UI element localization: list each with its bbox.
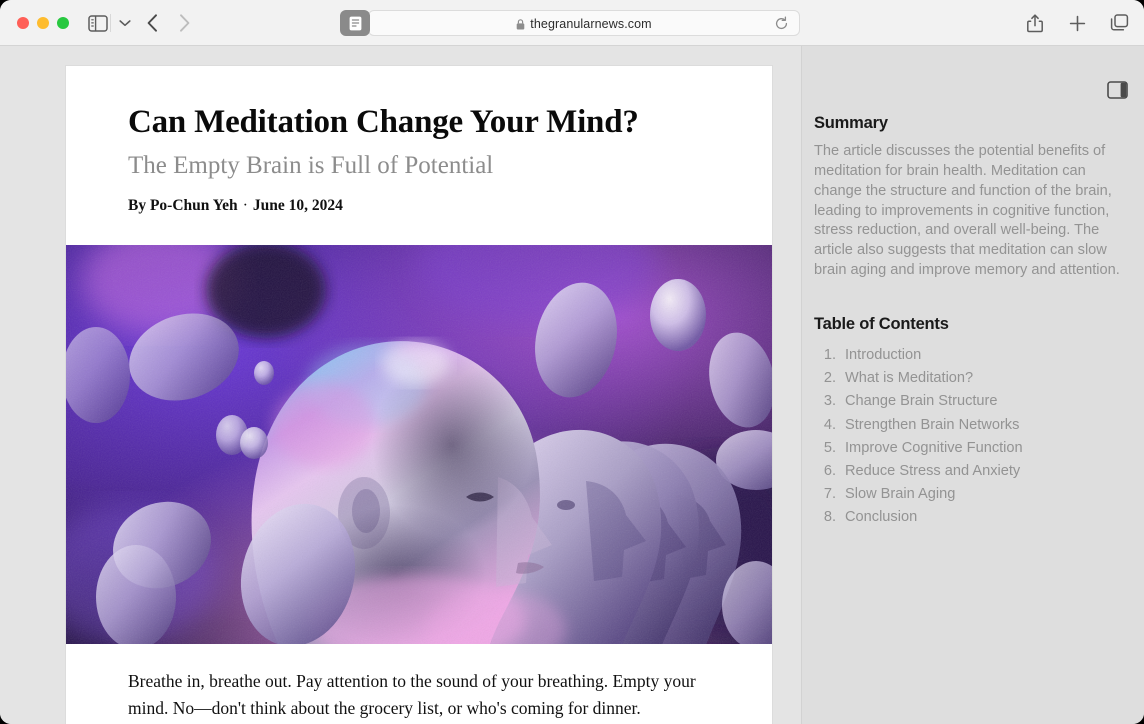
window-controls xyxy=(17,17,69,29)
reader-mode-icon[interactable] xyxy=(340,10,370,36)
list-item[interactable]: 1. Introduction xyxy=(814,344,1124,367)
sidebar-toggle-icon[interactable] xyxy=(86,12,110,34)
reader-sidebar: Summary The article discusses the potent… xyxy=(802,46,1144,724)
toc-label: Slow Brain Aging xyxy=(845,486,956,503)
toc-number: 8. xyxy=(823,509,836,526)
forward-button[interactable] xyxy=(172,11,197,35)
article-author: By Po-Chun Yeh xyxy=(128,196,238,214)
address-bar-text: thegranularnews.com xyxy=(369,11,799,37)
article-subtitle: The Empty Brain is Full of Potential xyxy=(128,151,494,179)
toc-number: 3. xyxy=(823,393,836,410)
url-text: thegranularnews.com xyxy=(530,17,652,31)
toc-label: What is Meditation? xyxy=(845,370,974,387)
toc-number: 1. xyxy=(823,346,836,363)
lock-icon xyxy=(516,18,525,30)
tab-overview-icon[interactable] xyxy=(1108,12,1130,34)
new-tab-icon[interactable] xyxy=(1066,12,1088,34)
toc-label: Introduction xyxy=(845,346,922,363)
toc-label: Reduce Stress and Anxiety xyxy=(845,462,1021,479)
summary-heading: Summary xyxy=(814,114,888,132)
close-window-button[interactable] xyxy=(17,17,29,29)
maximize-window-button[interactable] xyxy=(57,17,69,29)
toc-label: Improve Cognitive Function xyxy=(845,439,1023,456)
article-byline: By Po-Chun Yeh · June 10, 2024 xyxy=(128,197,710,215)
list-item[interactable]: 6. Reduce Stress and Anxiety xyxy=(814,460,1124,483)
reload-icon[interactable] xyxy=(774,16,790,32)
back-button[interactable] xyxy=(140,11,165,35)
toolbar-right-icons xyxy=(1024,12,1130,34)
reader-content-area: Can Meditation Change Your Mind? The Emp… xyxy=(0,46,801,724)
list-item[interactable]: 4. Strengthen Brain Networks xyxy=(814,414,1124,437)
byline-separator: · xyxy=(242,196,248,214)
article-card: Can Meditation Change Your Mind? The Emp… xyxy=(66,66,772,724)
browser-toolbar: thegranularnews.com xyxy=(0,0,1144,46)
toc-number: 7. xyxy=(823,486,836,503)
toc-number: 6. xyxy=(823,462,836,479)
list-item[interactable]: 2. What is Meditation? xyxy=(814,367,1124,390)
summary-text: The article discusses the potential bene… xyxy=(814,143,1120,279)
article-hero-image xyxy=(66,245,772,644)
article-title: Can Meditation Change Your Mind? xyxy=(128,104,639,140)
article-body-paragraph: Breathe in, breathe out. Pay attention t… xyxy=(128,671,696,718)
list-item[interactable]: 5. Improve Cognitive Function xyxy=(814,437,1124,460)
toolbar-divider xyxy=(110,14,111,32)
table-of-contents: 1. Introduction 2. What is Meditation? 3. C… xyxy=(814,344,1124,530)
list-item[interactable]: 3. Change Brain Structure xyxy=(814,390,1124,413)
article-date: June 10, 2024 xyxy=(252,196,343,214)
toc-label: Conclusion xyxy=(845,509,918,526)
toc-label: Strengthen Brain Networks xyxy=(845,416,1020,433)
list-item[interactable]: 8. Conclusion xyxy=(814,506,1124,529)
hide-sidebar-icon[interactable] xyxy=(1104,78,1130,102)
toc-number: 2. xyxy=(823,370,836,387)
list-item[interactable]: 7. Slow Brain Aging xyxy=(814,483,1124,506)
toc-number: 5. xyxy=(823,439,836,456)
chevron-down-icon[interactable] xyxy=(114,12,136,34)
minimize-window-button[interactable] xyxy=(37,17,49,29)
browser-window: thegranularnews.com Can Meditation Chang… xyxy=(0,0,1144,724)
toc-heading: Table of Contents xyxy=(814,314,949,333)
share-icon[interactable] xyxy=(1024,12,1046,34)
toc-number: 4. xyxy=(823,416,836,433)
address-bar[interactable]: thegranularnews.com xyxy=(340,10,800,36)
address-bar-field[interactable]: thegranularnews.com xyxy=(368,10,800,36)
sidebar-content: Summary The article discusses the potent… xyxy=(814,114,1124,530)
toc-label: Change Brain Structure xyxy=(845,393,998,410)
article-header: Can Meditation Change Your Mind? The Emp… xyxy=(66,66,772,215)
